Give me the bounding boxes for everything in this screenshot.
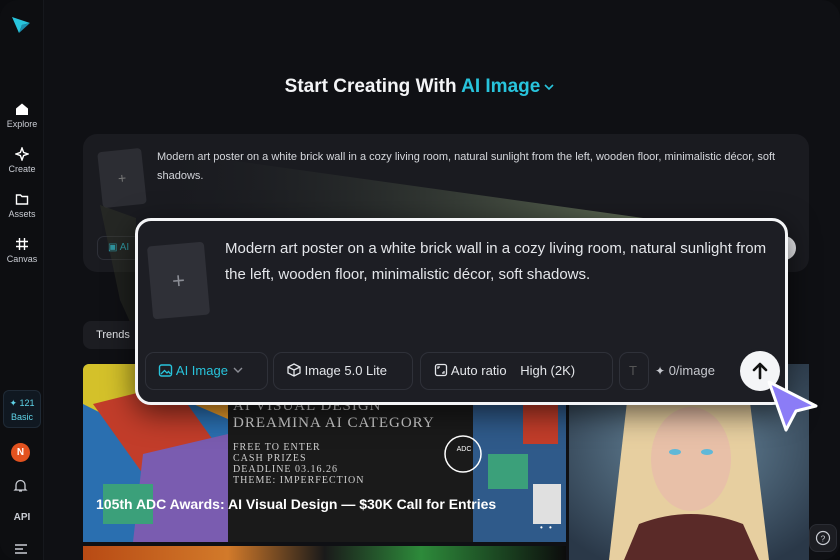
poster-text-block: AI VISUAL DESIGN DREAMINA AI CATEGORY FR… <box>233 398 473 486</box>
poster-line: DREAMINA AI CATEGORY <box>233 415 435 431</box>
reference-upload-thumb[interactable]: + <box>146 241 211 320</box>
poster-line: FREE TO ENTER <box>233 442 321 453</box>
cost-value: 0/image <box>668 363 715 378</box>
image-icon <box>158 363 173 377</box>
text-tool-icon: T <box>629 363 637 378</box>
quality-label: High (2K) <box>520 363 576 378</box>
mode-chip[interactable]: AI Image <box>145 352 268 390</box>
poster-line: THEME: IMPERFECTION <box>233 475 365 486</box>
question-mark-icon: ? <box>821 533 826 543</box>
adc-badge: ADC <box>456 446 472 453</box>
carousel-dots[interactable]: • • <box>540 523 554 532</box>
more-options-chip[interactable]: T <box>619 352 649 390</box>
ratio-label: Auto ratio <box>450 363 507 378</box>
gallery-row-next[interactable] <box>83 546 566 560</box>
ratio-quality-chip[interactable]: Auto ratio High (2K) <box>420 352 613 390</box>
model-chip-label: Image 5.0 Lite <box>304 363 388 378</box>
pointer-cursor-icon <box>767 380 818 432</box>
help-button[interactable]: ? <box>809 524 837 552</box>
prompt-input[interactable]: Modern art poster on a white brick wall … <box>225 236 777 288</box>
poster-line: DEADLINE 03.16.26 <box>233 464 339 475</box>
cube-icon <box>287 363 301 377</box>
model-chip[interactable]: Image 5.0 Lite <box>273 352 413 390</box>
app-frame: Explore Create Assets Canvas ✦ 121 Basic… <box>0 0 840 560</box>
cost-indicator: ✦ 0/image <box>655 352 715 390</box>
aspect-ratio-icon <box>434 363 448 377</box>
featured-card-title[interactable]: 105th ADC Awards: AI Visual Design — $30… <box>96 495 516 514</box>
mode-chip-label: AI Image <box>175 363 228 378</box>
sparkle-icon: ✦ <box>655 364 666 378</box>
poster-line: CASH PRIZES <box>233 453 307 464</box>
chevron-down-icon <box>233 367 243 374</box>
tab-trends[interactable]: Trends <box>83 321 143 349</box>
